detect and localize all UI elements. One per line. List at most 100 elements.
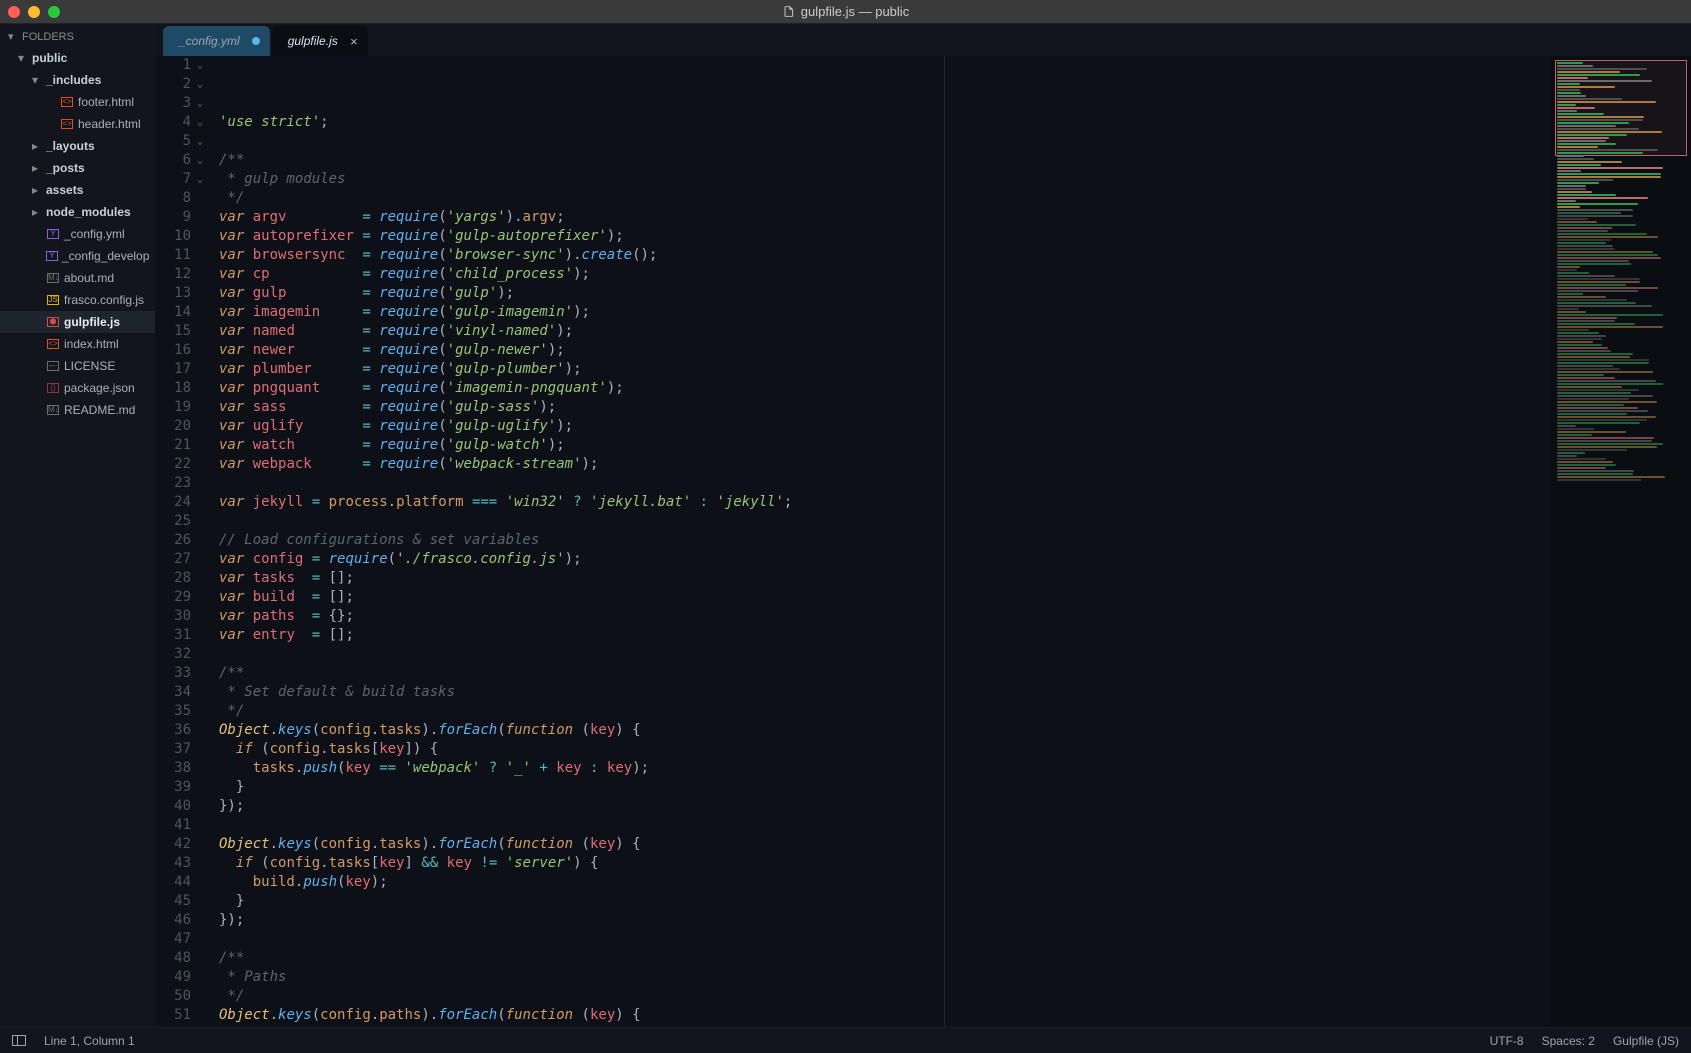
fold-gutter[interactable]: ⌄⌄⌄⌄⌄⌄⌄ — [197, 56, 211, 1027]
code-line[interactable] — [219, 132, 1551, 151]
code-line[interactable]: } — [219, 778, 1551, 797]
code-line[interactable]: var cp = require('child_process'); — [219, 265, 1551, 284]
syntax-indicator[interactable]: Gulpfile (JS) — [1613, 1034, 1679, 1048]
file-item[interactable]: M↓README.md — [0, 399, 155, 421]
file-item[interactable]: Y_config_develop — [0, 245, 155, 267]
sidebar-header[interactable]: ▾ FOLDERS — [0, 24, 155, 47]
folder-name: public — [32, 51, 67, 65]
code-line[interactable]: var autoprefixer = require('gulp-autopre… — [219, 227, 1551, 246]
code-line[interactable]: * gulp modules — [219, 170, 1551, 189]
tab-gulpfile-js[interactable]: gulpfile.js× — [272, 26, 368, 56]
close-tab-icon[interactable]: × — [350, 34, 358, 49]
folder-item[interactable]: ▾ public — [0, 47, 155, 69]
file-item[interactable]: <>index.html — [0, 333, 155, 355]
code-line[interactable]: var browsersync = require('browser-sync'… — [219, 246, 1551, 265]
code-line[interactable]: var config = require('./frasco.config.js… — [219, 550, 1551, 569]
code-line[interactable]: */ — [219, 189, 1551, 208]
code-line[interactable]: var pngquant = require('imagemin-pngquan… — [219, 379, 1551, 398]
code-line[interactable]: */ — [219, 702, 1551, 721]
file-icon — [782, 5, 795, 18]
file-item[interactable]: Y_config.yml — [0, 223, 155, 245]
code-line[interactable]: * Set default & build tasks — [219, 683, 1551, 702]
zoom-window-button[interactable] — [48, 6, 60, 18]
folder-item[interactable]: ▸ node_modules — [0, 201, 155, 223]
code-line[interactable]: var entry = []; — [219, 626, 1551, 645]
file-item[interactable]: {}package.json — [0, 377, 155, 399]
file-item[interactable]: ⬢ gulpfile.js — [0, 311, 155, 333]
file-type-icon: <> — [46, 337, 60, 351]
folder-item[interactable]: ▸_posts — [0, 157, 155, 179]
folder-item[interactable]: ▾_includes — [0, 69, 155, 91]
tab-label: _config.yml — [179, 34, 240, 48]
code-content[interactable]: 'use strict'; /** * gulp modules */var a… — [211, 56, 1551, 1027]
folder-item[interactable]: ▸assets — [0, 179, 155, 201]
code-line[interactable]: var tasks = []; — [219, 569, 1551, 588]
minimap-content — [1557, 62, 1685, 482]
code-line[interactable]: }); — [219, 911, 1551, 930]
code-line[interactable]: Object.keys(config.tasks).forEach(functi… — [219, 835, 1551, 854]
window-title-text: gulpfile.js — public — [801, 4, 909, 19]
folder-name: node_modules — [46, 205, 131, 219]
code-line[interactable]: Object.keys(config.tasks).forEach(functi… — [219, 721, 1551, 740]
code-line[interactable]: var paths = {}; — [219, 607, 1551, 626]
code-line[interactable]: if (config.tasks[key] && key != 'server'… — [219, 854, 1551, 873]
code-line[interactable]: /** — [219, 664, 1551, 683]
tabbar: _config.yml gulpfile.js× — [155, 24, 1691, 56]
code-line[interactable]: var gulp = require('gulp'); — [219, 284, 1551, 303]
file-name: gulpfile.js — [64, 315, 120, 329]
file-type-icon: {} — [46, 381, 60, 395]
code-line[interactable]: build.push(key); — [219, 873, 1551, 892]
panel-layout-icon[interactable] — [12, 1035, 26, 1046]
code-line[interactable] — [219, 512, 1551, 531]
encoding-indicator[interactable]: UTF-8 — [1490, 1034, 1524, 1048]
file-name: frasco.config.js — [64, 293, 144, 307]
minimap[interactable] — [1551, 56, 1691, 1027]
file-item[interactable]: <>footer.html — [0, 91, 155, 113]
minimize-window-button[interactable] — [28, 6, 40, 18]
close-window-button[interactable] — [8, 6, 20, 18]
code-line[interactable] — [219, 474, 1551, 493]
code-line[interactable]: var jekyll = process.platform === 'win32… — [219, 493, 1551, 512]
code-line[interactable]: var newer = require('gulp-newer'); — [219, 341, 1551, 360]
code-line[interactable]: }); — [219, 797, 1551, 816]
code-line[interactable]: var build = []; — [219, 588, 1551, 607]
code-line[interactable] — [219, 930, 1551, 949]
code-line[interactable]: * Paths — [219, 968, 1551, 987]
file-type-icon: <> — [60, 117, 74, 131]
code-line[interactable]: var uglify = require('gulp-uglify'); — [219, 417, 1551, 436]
code-line[interactable]: /** — [219, 151, 1551, 170]
code-line[interactable]: // Load configurations & set variables — [219, 531, 1551, 550]
code-line[interactable]: var watch = require('gulp-watch'); — [219, 436, 1551, 455]
code-line[interactable]: var argv = require('yargs').argv; — [219, 208, 1551, 227]
chevron-right-icon: ▸ — [32, 205, 42, 219]
code-line[interactable]: /** — [219, 949, 1551, 968]
code-line[interactable]: var webpack = require('webpack-stream'); — [219, 455, 1551, 474]
code-line[interactable] — [219, 816, 1551, 835]
tab-_config-yml[interactable]: _config.yml — [163, 26, 270, 56]
file-type-icon: ⬢ — [46, 315, 60, 329]
code-line[interactable]: */ — [219, 987, 1551, 1006]
code-line[interactable]: var sass = require('gulp-sass'); — [219, 398, 1551, 417]
chevron-down-icon: ▾ — [18, 51, 28, 65]
code-line[interactable]: if (key != 'assets') { — [219, 1025, 1551, 1027]
indent-indicator[interactable]: Spaces: 2 — [1542, 1034, 1595, 1048]
code-line[interactable] — [219, 645, 1551, 664]
file-name: LICENSE — [64, 359, 115, 373]
file-name: about.md — [64, 271, 114, 285]
code-line[interactable]: Object.keys(config.paths).forEach(functi… — [219, 1006, 1551, 1025]
code-editor[interactable]: 1234567891011121314151617181920212223242… — [155, 56, 1691, 1027]
code-line[interactable]: var imagemin = require('gulp-imagemin'); — [219, 303, 1551, 322]
file-item[interactable]: <>header.html — [0, 113, 155, 135]
code-line[interactable]: if (config.tasks[key]) { — [219, 740, 1551, 759]
folder-item[interactable]: ▸_layouts — [0, 135, 155, 157]
sidebar: ▾ FOLDERS ▾ public ▾_includes<>footer.html… — [0, 24, 155, 1027]
cursor-position[interactable]: Line 1, Column 1 — [44, 1034, 135, 1048]
file-item[interactable]: M↓about.md — [0, 267, 155, 289]
file-item[interactable]: —LICENSE — [0, 355, 155, 377]
file-item[interactable]: JSfrasco.config.js — [0, 289, 155, 311]
code-line[interactable]: var plumber = require('gulp-plumber'); — [219, 360, 1551, 379]
code-line[interactable]: 'use strict'; — [219, 113, 1551, 132]
code-line[interactable]: var named = require('vinyl-named'); — [219, 322, 1551, 341]
code-line[interactable]: tasks.push(key == 'webpack' ? '_' + key … — [219, 759, 1551, 778]
code-line[interactable]: } — [219, 892, 1551, 911]
